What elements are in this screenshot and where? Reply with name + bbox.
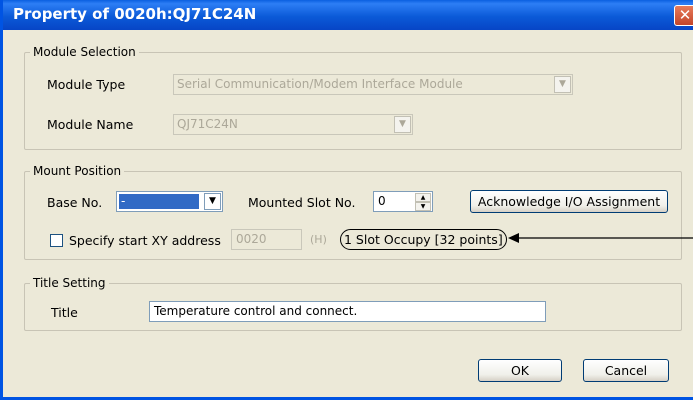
specify-xy-label: Specify start XY address <box>69 233 221 248</box>
base-no-dropdown[interactable]: - ▼ <box>116 191 223 212</box>
hex-unit-label: (H) <box>310 233 327 246</box>
title-input[interactable]: Temperature control and connect. <box>149 301 546 322</box>
module-name-dropdown[interactable]: QJ71C24N ▼ <box>173 114 413 135</box>
xy-address-field[interactable]: 0020 <box>231 229 302 250</box>
chevron-down-icon[interactable]: ▼ <box>394 116 411 133</box>
title-label: Title <box>51 305 78 320</box>
module-type-value: Serial Communication/Modem Interface Mod… <box>177 77 463 91</box>
title-bar[interactable]: Property of 0020h:QJ71C24N ✕ <box>3 0 693 30</box>
mounted-slot-value: 0 <box>378 194 386 208</box>
close-icon: ✕ <box>678 6 692 24</box>
property-dialog: Property of 0020h:QJ71C24N ✕ Module Sele… <box>0 0 693 400</box>
ok-button[interactable]: OK <box>478 359 562 382</box>
callout-pointer-arrow <box>508 233 693 243</box>
base-no-value: - <box>121 194 126 208</box>
mounted-slot-spinner[interactable]: 0 ▲ ▼ <box>373 191 433 212</box>
cancel-button[interactable]: Cancel <box>583 359 669 382</box>
module-name-value: QJ71C24N <box>177 117 238 131</box>
acknowledge-io-button[interactable]: Acknowledge I/O Assignment <box>470 190 668 213</box>
mount-position-legend: Mount Position <box>33 164 122 178</box>
specify-xy-checkbox[interactable] <box>50 234 63 247</box>
module-type-label: Module Type <box>47 77 126 92</box>
module-selection-legend: Module Selection <box>33 45 136 59</box>
title-input-value: Temperature control and connect. <box>154 304 358 318</box>
chevron-down-icon[interactable]: ▼ <box>554 76 571 93</box>
slot-occupy-callout: 1 Slot Occupy [32 points] <box>340 229 507 250</box>
base-no-selection: - <box>119 194 199 209</box>
module-type-dropdown[interactable]: Serial Communication/Modem Interface Mod… <box>173 74 573 95</box>
base-no-label: Base No. <box>47 195 103 210</box>
dialog-title: Property of 0020h:QJ71C24N <box>13 5 257 23</box>
spin-up-icon[interactable]: ▲ <box>415 193 431 202</box>
chevron-down-icon[interactable]: ▼ <box>204 193 221 210</box>
close-button[interactable]: ✕ <box>674 5 693 26</box>
xy-address-value: 0020 <box>236 232 267 246</box>
module-name-label: Module Name <box>47 117 134 132</box>
mounted-slot-label: Mounted Slot No. <box>248 195 356 210</box>
spin-down-icon[interactable]: ▼ <box>415 202 431 211</box>
title-setting-legend: Title Setting <box>33 276 106 290</box>
